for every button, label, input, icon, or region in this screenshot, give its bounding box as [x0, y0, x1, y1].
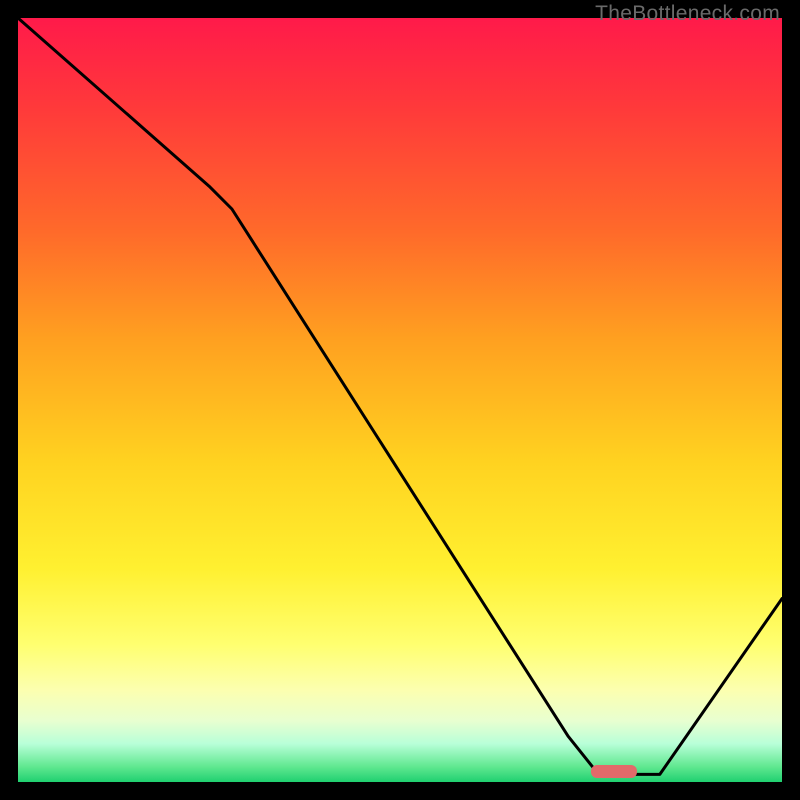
- chart-area: [18, 18, 782, 782]
- watermark-label: TheBottleneck.com: [595, 2, 780, 26]
- optimum-marker: [591, 765, 637, 778]
